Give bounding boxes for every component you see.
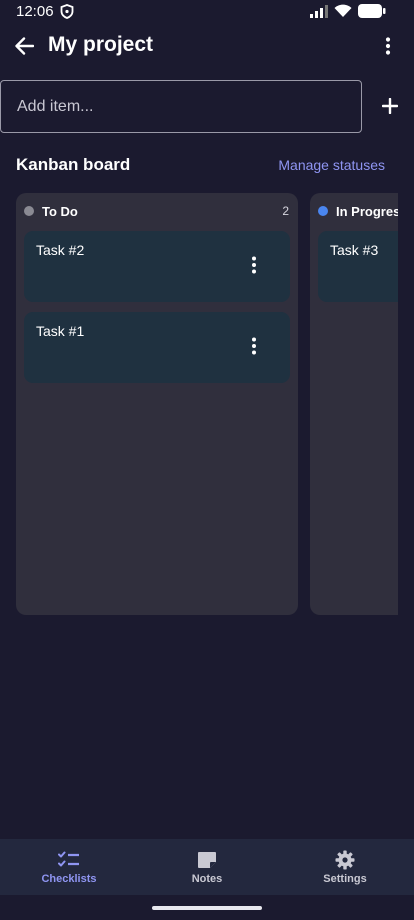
board-title: Kanban board xyxy=(16,155,131,174)
status-icons xyxy=(310,4,386,23)
more-options-button[interactable] xyxy=(376,36,400,60)
nav-item-settings[interactable]: Settings xyxy=(276,839,414,895)
column-to-do: To Do 2 Task #2 Task #1 xyxy=(16,193,298,615)
wifi-icon xyxy=(334,4,352,23)
plus-icon xyxy=(381,97,399,119)
column-title: In Progress xyxy=(336,204,398,219)
more-vert-icon xyxy=(251,256,257,279)
status-bar: 12:06 xyxy=(0,0,414,24)
task-title: Task #2 xyxy=(36,242,85,258)
note-icon xyxy=(196,849,218,871)
task-card[interactable]: Task #1 xyxy=(24,312,290,383)
nav-item-checklists[interactable]: Checklists xyxy=(0,839,138,895)
battery-icon xyxy=(358,4,386,23)
shield-icon xyxy=(60,4,74,19)
page-title: My project xyxy=(48,33,154,56)
task-card[interactable]: Task #3 xyxy=(318,231,398,302)
status-dot xyxy=(318,206,328,216)
task-card[interactable]: Task #2 xyxy=(24,231,290,302)
column-header: To Do 2 xyxy=(16,193,298,229)
nav-label: Checklists xyxy=(41,873,97,885)
signal-icon xyxy=(310,4,328,23)
screen: 12:06 My project Add item... Kanban boar… xyxy=(0,0,414,920)
column-in-progress: In Progress Task #3 xyxy=(310,193,398,615)
arrow-back-icon xyxy=(14,36,35,60)
task-title: Task #3 xyxy=(330,242,379,258)
add-item-input[interactable] xyxy=(0,80,362,133)
more-vert-icon xyxy=(251,337,257,360)
home-gesture-bar[interactable] xyxy=(152,906,262,910)
column-title: To Do xyxy=(42,204,78,219)
more-vert-icon xyxy=(385,36,391,60)
task-title: Task #1 xyxy=(36,323,85,339)
status-time: 12:06 xyxy=(16,3,54,20)
column-count: 2 xyxy=(282,204,289,218)
gear-icon xyxy=(334,849,356,871)
nav-label: Notes xyxy=(191,873,223,885)
add-item-button[interactable] xyxy=(378,96,402,120)
nav-label: Settings xyxy=(323,873,367,885)
checklist-icon xyxy=(58,849,80,871)
back-button[interactable] xyxy=(10,34,38,62)
column-header: In Progress xyxy=(310,193,398,229)
status-dot xyxy=(24,206,34,216)
app-bar: My project xyxy=(0,28,414,68)
task-menu-button[interactable] xyxy=(244,337,264,360)
kanban-board: To Do 2 Task #2 Task #1 In Progres Task … xyxy=(16,193,398,616)
task-menu-button[interactable] xyxy=(244,256,264,279)
bottom-navigation: Checklists Notes Settings xyxy=(0,839,414,895)
manage-statuses-link[interactable]: Manage statuses xyxy=(278,157,385,173)
nav-item-notes[interactable]: Notes xyxy=(138,839,276,895)
